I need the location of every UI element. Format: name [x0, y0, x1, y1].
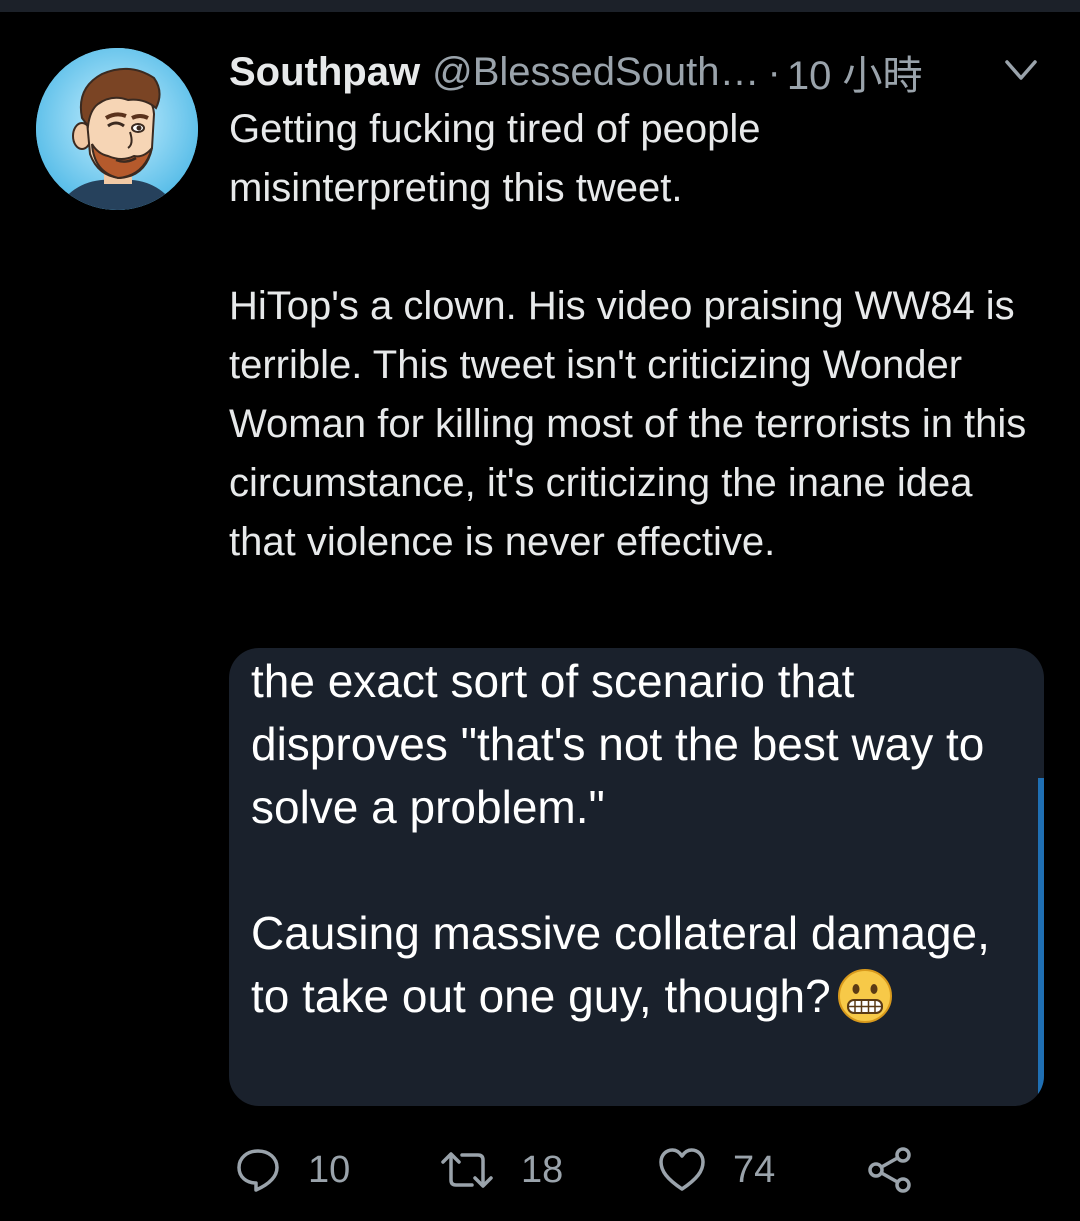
- image-paragraph-2: Causing massive collateral damage, to ta…: [251, 902, 1031, 1028]
- tweet-text: Getting fucking tired of people misinter…: [229, 100, 1029, 572]
- like-button[interactable]: 74: [657, 1140, 775, 1200]
- tweet-actions: 10 18 74: [229, 1140, 1049, 1200]
- scroll-indicator: [1038, 778, 1044, 1106]
- header-separator: ·: [767, 49, 781, 94]
- share-icon: [868, 1147, 911, 1193]
- tweet-menu-button[interactable]: [1001, 52, 1041, 88]
- top-status-strip: [0, 0, 1080, 12]
- retweet-icon: [441, 1152, 493, 1188]
- image-paragraph-1: the exact sort of scenario that disprove…: [251, 655, 985, 833]
- display-name[interactable]: Southpaw: [229, 50, 420, 95]
- chevron-down-icon: [1005, 60, 1037, 80]
- tweet-paragraph-1: Getting fucking tired of people misinter…: [229, 107, 761, 210]
- avatar[interactable]: [36, 48, 198, 210]
- attached-image[interactable]: the exact sort of scenario that disprove…: [229, 648, 1044, 1106]
- tweet-header: Southpaw @BlessedSouth… · 10 小時: [229, 43, 1049, 101]
- retweet-button[interactable]: 18: [439, 1140, 563, 1200]
- reply-count: 10: [308, 1148, 351, 1191]
- reply-button[interactable]: 10: [234, 1140, 350, 1200]
- user-handle[interactable]: @BlessedSouth…: [432, 50, 759, 95]
- grimacing-face-emoji: [837, 968, 893, 1024]
- reply-icon: [237, 1149, 279, 1192]
- like-count: 74: [733, 1148, 776, 1191]
- retweet-count: 18: [521, 1148, 564, 1191]
- tweet-timestamp[interactable]: 10 小時: [787, 43, 923, 101]
- heart-icon: [659, 1148, 705, 1191]
- image-text: the exact sort of scenario that disprove…: [251, 650, 1031, 1028]
- tweet-paragraph-2: HiTop's a clown. His video praising WW84…: [229, 284, 1027, 564]
- avatar-illustration: [36, 48, 198, 210]
- share-button[interactable]: [865, 1140, 915, 1200]
